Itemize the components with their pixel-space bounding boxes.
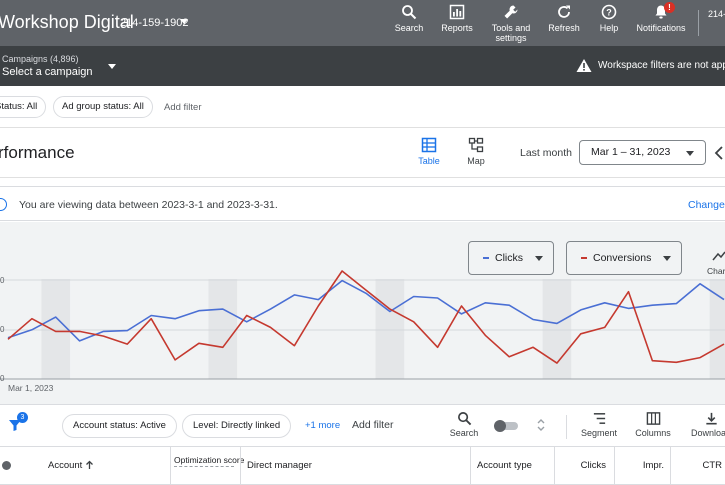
segment-button[interactable]: Segment	[580, 411, 618, 438]
download-icon	[705, 412, 717, 425]
clicks-metric-selector[interactable]: Clicks	[468, 241, 554, 275]
info-bar: You are viewing data between 2023-3-1 an…	[0, 186, 725, 221]
search-icon	[402, 5, 417, 20]
weekend-band	[41, 279, 71, 379]
y-tick-label: 0	[0, 374, 5, 383]
table-icon	[421, 137, 437, 153]
x-tick-label: Mar 1, 2023	[8, 383, 54, 393]
help-button[interactable]: ? Help	[596, 4, 622, 33]
date-caret-icon[interactable]	[686, 151, 694, 156]
level-filter-chip[interactable]: Level: Directly linked	[182, 414, 292, 438]
column-header-account-type[interactable]: Account type	[470, 447, 554, 484]
series-line-conversions	[7, 270, 725, 364]
sort-ascending-icon[interactable]	[85, 460, 94, 470]
campaign-selector[interactable]: Select a campaign	[2, 66, 93, 78]
map-icon	[468, 137, 484, 153]
chevron-down-icon	[535, 256, 543, 261]
tools-and-settings-button[interactable]: Tools and settings	[488, 4, 534, 43]
campaigns-count-label: Campaigns (4,896)	[2, 54, 79, 64]
account-id[interactable]: 214-159-1902	[120, 17, 189, 29]
customer-account-id[interactable]: 214-	[708, 9, 725, 19]
campaign-caret-icon[interactable]	[108, 64, 116, 69]
status-filter-chip[interactable]: Status: All	[0, 96, 47, 118]
workspace-filter-warning: Workspace filters are not appli	[598, 60, 725, 71]
refresh-button[interactable]: Refresh	[547, 4, 581, 33]
toggle-switch[interactable]	[494, 420, 520, 432]
weekend-band	[375, 279, 405, 379]
notification-badge: !	[664, 2, 675, 13]
search-button[interactable]: Search	[394, 4, 424, 33]
add-filter-button[interactable]: Add filter	[164, 102, 202, 113]
add-filter-button[interactable]: Add filter	[352, 419, 393, 431]
date-info-text: You are viewing data between 2023-3-1 an…	[19, 199, 278, 211]
columns-icon	[646, 412, 660, 425]
column-header-direct-manager[interactable]: Direct manager	[240, 447, 470, 484]
column-header-impressions[interactable]: Impr.	[614, 447, 670, 484]
columns-button[interactable]: Columns	[634, 411, 672, 438]
ad-group-status-filter-chip[interactable]: Ad group status: All	[53, 96, 153, 118]
segment-icon	[593, 413, 605, 424]
chart-type-label[interactable]: Chart	[707, 266, 725, 276]
warning-icon	[576, 59, 592, 72]
refresh-icon	[558, 5, 570, 18]
filter-row: Status: All Ad group status: All Add fil…	[0, 86, 725, 128]
top-bar: Workshop Digital 214-159-1902 Search Rep…	[0, 0, 725, 46]
campaign-bar: Campaigns (4,896) Select a campaign Work…	[0, 46, 725, 86]
column-header-account[interactable]: Account	[0, 447, 170, 484]
y-tick-label: 0	[0, 325, 5, 334]
divider	[698, 10, 699, 36]
filter-count-badge: 3	[17, 412, 28, 423]
info-icon	[0, 198, 7, 211]
clicks-legend-swatch	[483, 257, 489, 259]
conversions-metric-selector[interactable]: Conversions	[566, 241, 682, 275]
svg-text:?: ?	[606, 8, 612, 18]
help-icon: ?	[601, 4, 617, 20]
download-button[interactable]: Download	[688, 411, 725, 438]
table-view-button[interactable]: Table	[416, 137, 442, 166]
performance-chart: 0 0 0 Mar 1, 2023 Clicks Conversions Cha…	[0, 222, 725, 404]
divider	[566, 415, 567, 439]
brand-name: Workshop Digital	[0, 12, 134, 32]
page-title: rformance	[0, 143, 75, 162]
weekend-band	[709, 279, 725, 379]
column-header-clicks[interactable]: Clicks	[554, 447, 614, 484]
notifications-button[interactable]: Notifications !	[633, 2, 689, 33]
performance-header: rformance Table Map Last month Mar 1 – 3…	[0, 128, 725, 178]
table-header: Account Optimization score Direct manage…	[0, 446, 725, 485]
map-view-button[interactable]: Map	[463, 137, 489, 166]
chevron-down-icon	[663, 256, 671, 261]
account-status-filter-chip[interactable]: Account status: Active	[62, 414, 177, 438]
column-header-ctr[interactable]: CTR	[670, 447, 725, 484]
search-icon	[457, 412, 471, 426]
expand-collapse-icon[interactable]	[536, 417, 546, 433]
reports-icon	[449, 4, 465, 20]
date-preset-label: Last month	[520, 147, 572, 159]
wrench-icon	[504, 5, 518, 19]
conversions-legend-swatch	[581, 257, 587, 259]
more-filters-link[interactable]: +1 more	[305, 420, 340, 431]
change-date-link[interactable]: Change	[688, 199, 725, 211]
weekend-band	[208, 279, 238, 379]
column-header-optimization-score[interactable]: Optimization score	[170, 447, 244, 484]
table-search-button[interactable]: Search	[448, 411, 480, 438]
chevron-left-icon[interactable]	[714, 146, 724, 160]
chart-type-icon[interactable]	[712, 250, 725, 262]
reports-button[interactable]: Reports	[440, 4, 474, 33]
y-tick-label: 0	[0, 276, 5, 285]
weekend-band	[542, 279, 572, 379]
table-toolbar: 3 Account status: Active Level: Directly…	[0, 404, 725, 446]
account-caret-icon[interactable]	[180, 19, 188, 24]
